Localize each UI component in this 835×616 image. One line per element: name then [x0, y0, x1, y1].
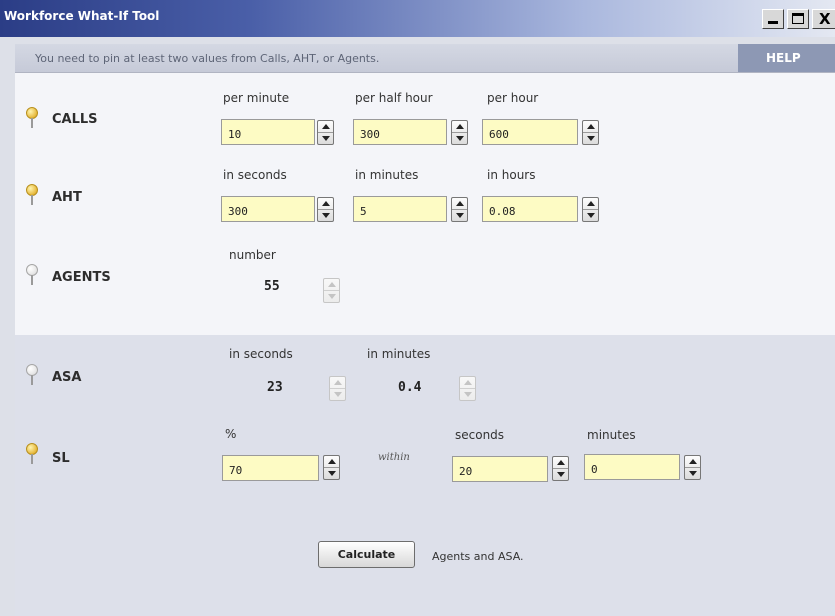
arrow-up-icon — [322, 124, 330, 129]
calculate-button[interactable]: Calculate — [318, 541, 415, 568]
sl-minutes-stepper[interactable] — [684, 455, 701, 480]
arrow-up-icon — [689, 459, 697, 464]
aht-label: AHT — [52, 190, 82, 205]
arrow-down-icon — [334, 392, 342, 397]
sl-percent-caption: % — [225, 427, 237, 441]
instruction-message: You need to pin at least two values from… — [35, 52, 380, 65]
sl-percent-field[interactable] — [222, 455, 319, 481]
arrow-down-icon — [456, 213, 464, 218]
arrow-down-icon — [557, 472, 565, 477]
arrow-down-icon — [456, 136, 464, 141]
calls-per-minute-stepper[interactable] — [317, 120, 334, 145]
sl-within-label: within — [378, 452, 410, 463]
arrow-up-icon — [587, 124, 595, 129]
arrow-up-icon — [557, 460, 565, 465]
arrow-up-icon — [456, 124, 464, 129]
arrow-up-icon — [328, 282, 336, 287]
help-button[interactable]: HELP — [738, 44, 835, 72]
sl-seconds-stepper[interactable] — [552, 456, 569, 481]
calls-per-minute-input[interactable] — [222, 120, 314, 144]
sl-percent-stepper[interactable] — [323, 455, 340, 480]
aht-in-seconds-field[interactable] — [221, 196, 315, 222]
sl-seconds-caption: seconds — [455, 428, 505, 442]
calls-pin-icon[interactable] — [26, 107, 38, 129]
arrow-up-icon — [328, 459, 336, 464]
arrow-up-icon — [334, 380, 342, 385]
arrow-up-icon — [464, 380, 472, 385]
aht-in-hours-stepper[interactable] — [582, 197, 599, 222]
aht-in-minutes-stepper[interactable] — [451, 197, 468, 222]
arrow-down-icon — [689, 471, 697, 476]
calls-label: CALLS — [52, 112, 98, 127]
agents-label: AGENTS — [52, 270, 111, 285]
sl-minutes-input[interactable] — [585, 455, 679, 479]
asa-minutes-stepper — [459, 376, 476, 401]
asa-in-minutes-caption: in minutes — [367, 347, 431, 361]
calls-per-minute-field[interactable] — [221, 119, 315, 145]
agents-pin-icon[interactable] — [26, 264, 38, 286]
close-icon: X — [819, 10, 831, 28]
message-bar: You need to pin at least two values from… — [15, 44, 835, 73]
arrow-up-icon — [587, 201, 595, 206]
agents-stepper — [323, 278, 340, 303]
agents-number-caption: number — [229, 248, 276, 262]
arrow-down-icon — [328, 294, 336, 299]
maximize-button[interactable] — [787, 9, 809, 29]
asa-in-seconds-caption: in seconds — [229, 347, 293, 361]
asa-seconds-stepper — [329, 376, 346, 401]
sl-label: SL — [52, 451, 70, 466]
calls-per-hour-caption: per hour — [487, 91, 539, 105]
arrow-down-icon — [322, 213, 330, 218]
aht-in-seconds-stepper[interactable] — [317, 197, 334, 222]
calls-per-half-hour-caption: per half hour — [355, 91, 433, 105]
calls-per-half-hour-input[interactable] — [354, 120, 446, 144]
aht-pin-icon[interactable] — [26, 184, 38, 206]
agents-value: 55 — [264, 279, 280, 294]
outputs-panel — [15, 335, 835, 616]
aht-in-hours-caption: in hours — [487, 168, 536, 182]
arrow-down-icon — [587, 136, 595, 141]
close-button[interactable]: X — [812, 9, 835, 29]
calls-per-minute-caption: per minute — [223, 91, 290, 105]
title-bar: Workforce What-If Tool X — [0, 0, 835, 37]
sl-pin-icon[interactable] — [26, 443, 38, 465]
aht-in-minutes-field[interactable] — [353, 196, 447, 222]
aht-in-seconds-caption: in seconds — [223, 168, 287, 182]
asa-pin-icon[interactable] — [26, 364, 38, 386]
arrow-up-icon — [322, 201, 330, 206]
arrow-down-icon — [464, 392, 472, 397]
asa-seconds-value: 23 — [267, 380, 283, 395]
aht-in-minutes-caption: in minutes — [355, 168, 419, 182]
arrow-down-icon — [587, 213, 595, 218]
calls-per-hour-stepper[interactable] — [582, 120, 599, 145]
sl-minutes-field[interactable] — [584, 454, 680, 480]
asa-minutes-value: 0.4 — [398, 380, 422, 395]
aht-in-seconds-input[interactable] — [222, 197, 314, 221]
minimize-button[interactable] — [762, 9, 784, 29]
arrow-up-icon — [456, 201, 464, 206]
calls-per-half-hour-stepper[interactable] — [451, 120, 468, 145]
aht-in-hours-field[interactable] — [482, 196, 578, 222]
calculate-target-note: Agents and ASA. — [432, 550, 524, 563]
sl-seconds-input[interactable] — [453, 457, 547, 481]
window-title: Workforce What-If Tool — [4, 9, 160, 23]
calls-per-hour-field[interactable] — [482, 119, 578, 145]
arrow-down-icon — [322, 136, 330, 141]
calls-per-hour-input[interactable] — [483, 120, 577, 144]
aht-in-minutes-input[interactable] — [354, 197, 446, 221]
help-label: HELP — [766, 51, 801, 65]
asa-label: ASA — [52, 370, 82, 385]
sl-percent-input[interactable] — [223, 456, 318, 480]
aht-in-hours-input[interactable] — [483, 197, 577, 221]
sl-minutes-caption: minutes — [587, 428, 636, 442]
calls-per-half-hour-field[interactable] — [353, 119, 447, 145]
arrow-down-icon — [328, 471, 336, 476]
sl-seconds-field[interactable] — [452, 456, 548, 482]
